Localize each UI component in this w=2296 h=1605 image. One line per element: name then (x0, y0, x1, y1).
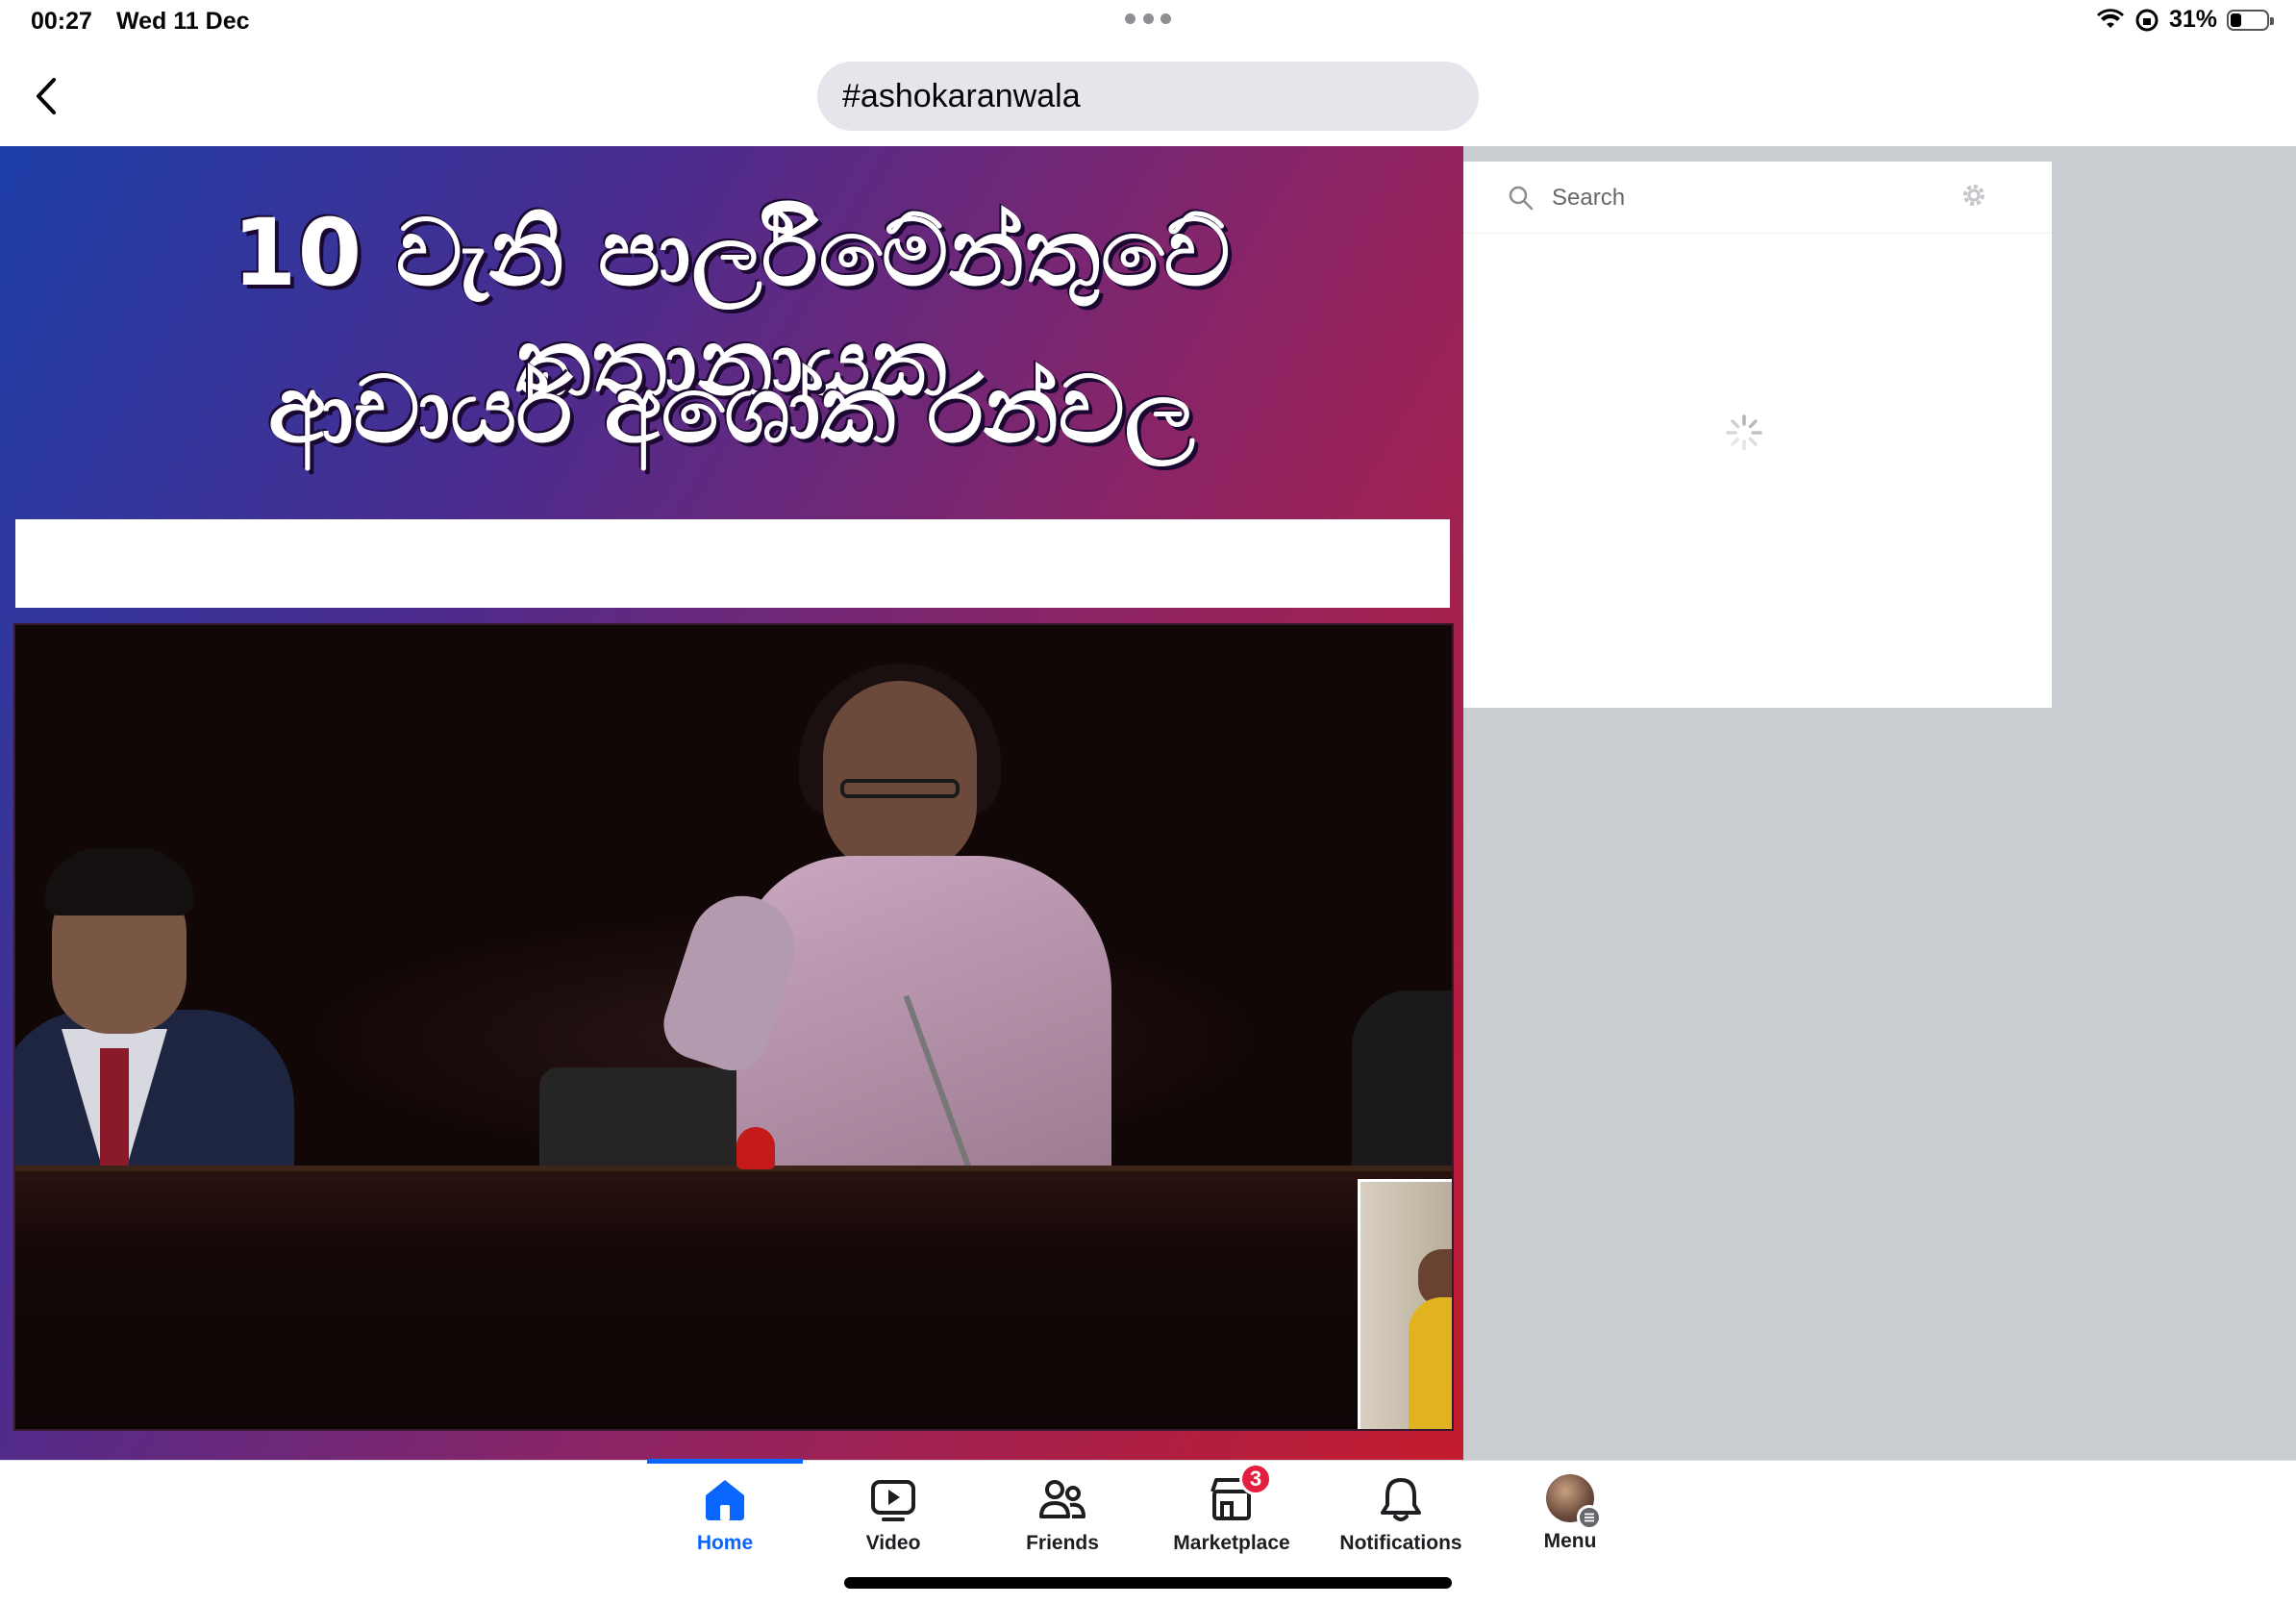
search-input[interactable] (1552, 179, 1936, 217)
video-icon (871, 1480, 915, 1521)
desk (15, 1171, 1452, 1429)
wifi-icon (2096, 8, 2124, 28)
tab-video[interactable]: Video (811, 1474, 975, 1570)
loading-spinner-icon (1726, 414, 1762, 451)
orientation-lock-icon (2135, 9, 2159, 31)
status-time: 00:27 (31, 8, 92, 35)
tab-label: Video (865, 1532, 921, 1554)
search-panel (1463, 162, 2052, 708)
post-image[interactable]: 10 වැනි පාර්ලිමේන්තුවේ කතානායක ආචාර්ය අශ… (0, 146, 1463, 1460)
hashtag-search-bar[interactable]: #ashokaranwala (817, 62, 1479, 131)
home-icon (706, 1480, 744, 1520)
status-bar: 00:27 Wed 11 Dec 31% (0, 0, 2296, 46)
bell-icon (1381, 1478, 1421, 1521)
hashtag-text: #ashokaranwala (842, 77, 1081, 114)
tab-label: Friends (1026, 1532, 1099, 1554)
active-tab-indicator (647, 1459, 803, 1464)
status-date: Wed 11 Dec (116, 8, 250, 35)
marketplace-badge: 3 (1239, 1463, 1272, 1495)
headline-line-2: ආචාර්ය අශෝක රන්වල (268, 356, 1195, 464)
home-indicator[interactable] (844, 1577, 1452, 1589)
menu-lines-icon (1577, 1505, 1602, 1530)
tab-menu[interactable]: Menu (1488, 1474, 1652, 1570)
friends-icon (1039, 1480, 1086, 1518)
tab-notifications[interactable]: Notifications (1319, 1474, 1483, 1570)
avatar (1546, 1474, 1602, 1530)
back-button[interactable] (25, 71, 67, 121)
tab-home[interactable]: Home (643, 1474, 807, 1570)
tab-marketplace[interactable]: 3 Marketplace (1150, 1463, 1313, 1570)
nav-bar: #ashokaranwala (0, 46, 2296, 147)
video-still (13, 623, 1454, 1431)
battery-icon (2227, 9, 2274, 31)
speaker-figure (823, 681, 977, 873)
marketplace-icon: 3 (1207, 1463, 1272, 1524)
white-banner (15, 519, 1450, 608)
gear-icon[interactable] (1959, 181, 1988, 210)
chevron-left-icon (37, 78, 56, 114)
tab-label: Marketplace (1173, 1532, 1290, 1554)
tab-label: Notifications (1339, 1532, 1462, 1554)
battery-percent: 31% (2168, 6, 2217, 33)
tab-label: Home (696, 1532, 754, 1554)
search-icon (1509, 186, 1534, 211)
red-light (736, 1127, 775, 1169)
tab-friends[interactable]: Friends (981, 1474, 1144, 1570)
tab-label: Menu (1543, 1530, 1597, 1552)
search-row (1463, 162, 2052, 234)
multitask-dots-icon[interactable] (1125, 13, 1171, 25)
picture-in-picture-inset (1358, 1179, 1452, 1429)
status-indicators: 31% (2096, 6, 2274, 34)
